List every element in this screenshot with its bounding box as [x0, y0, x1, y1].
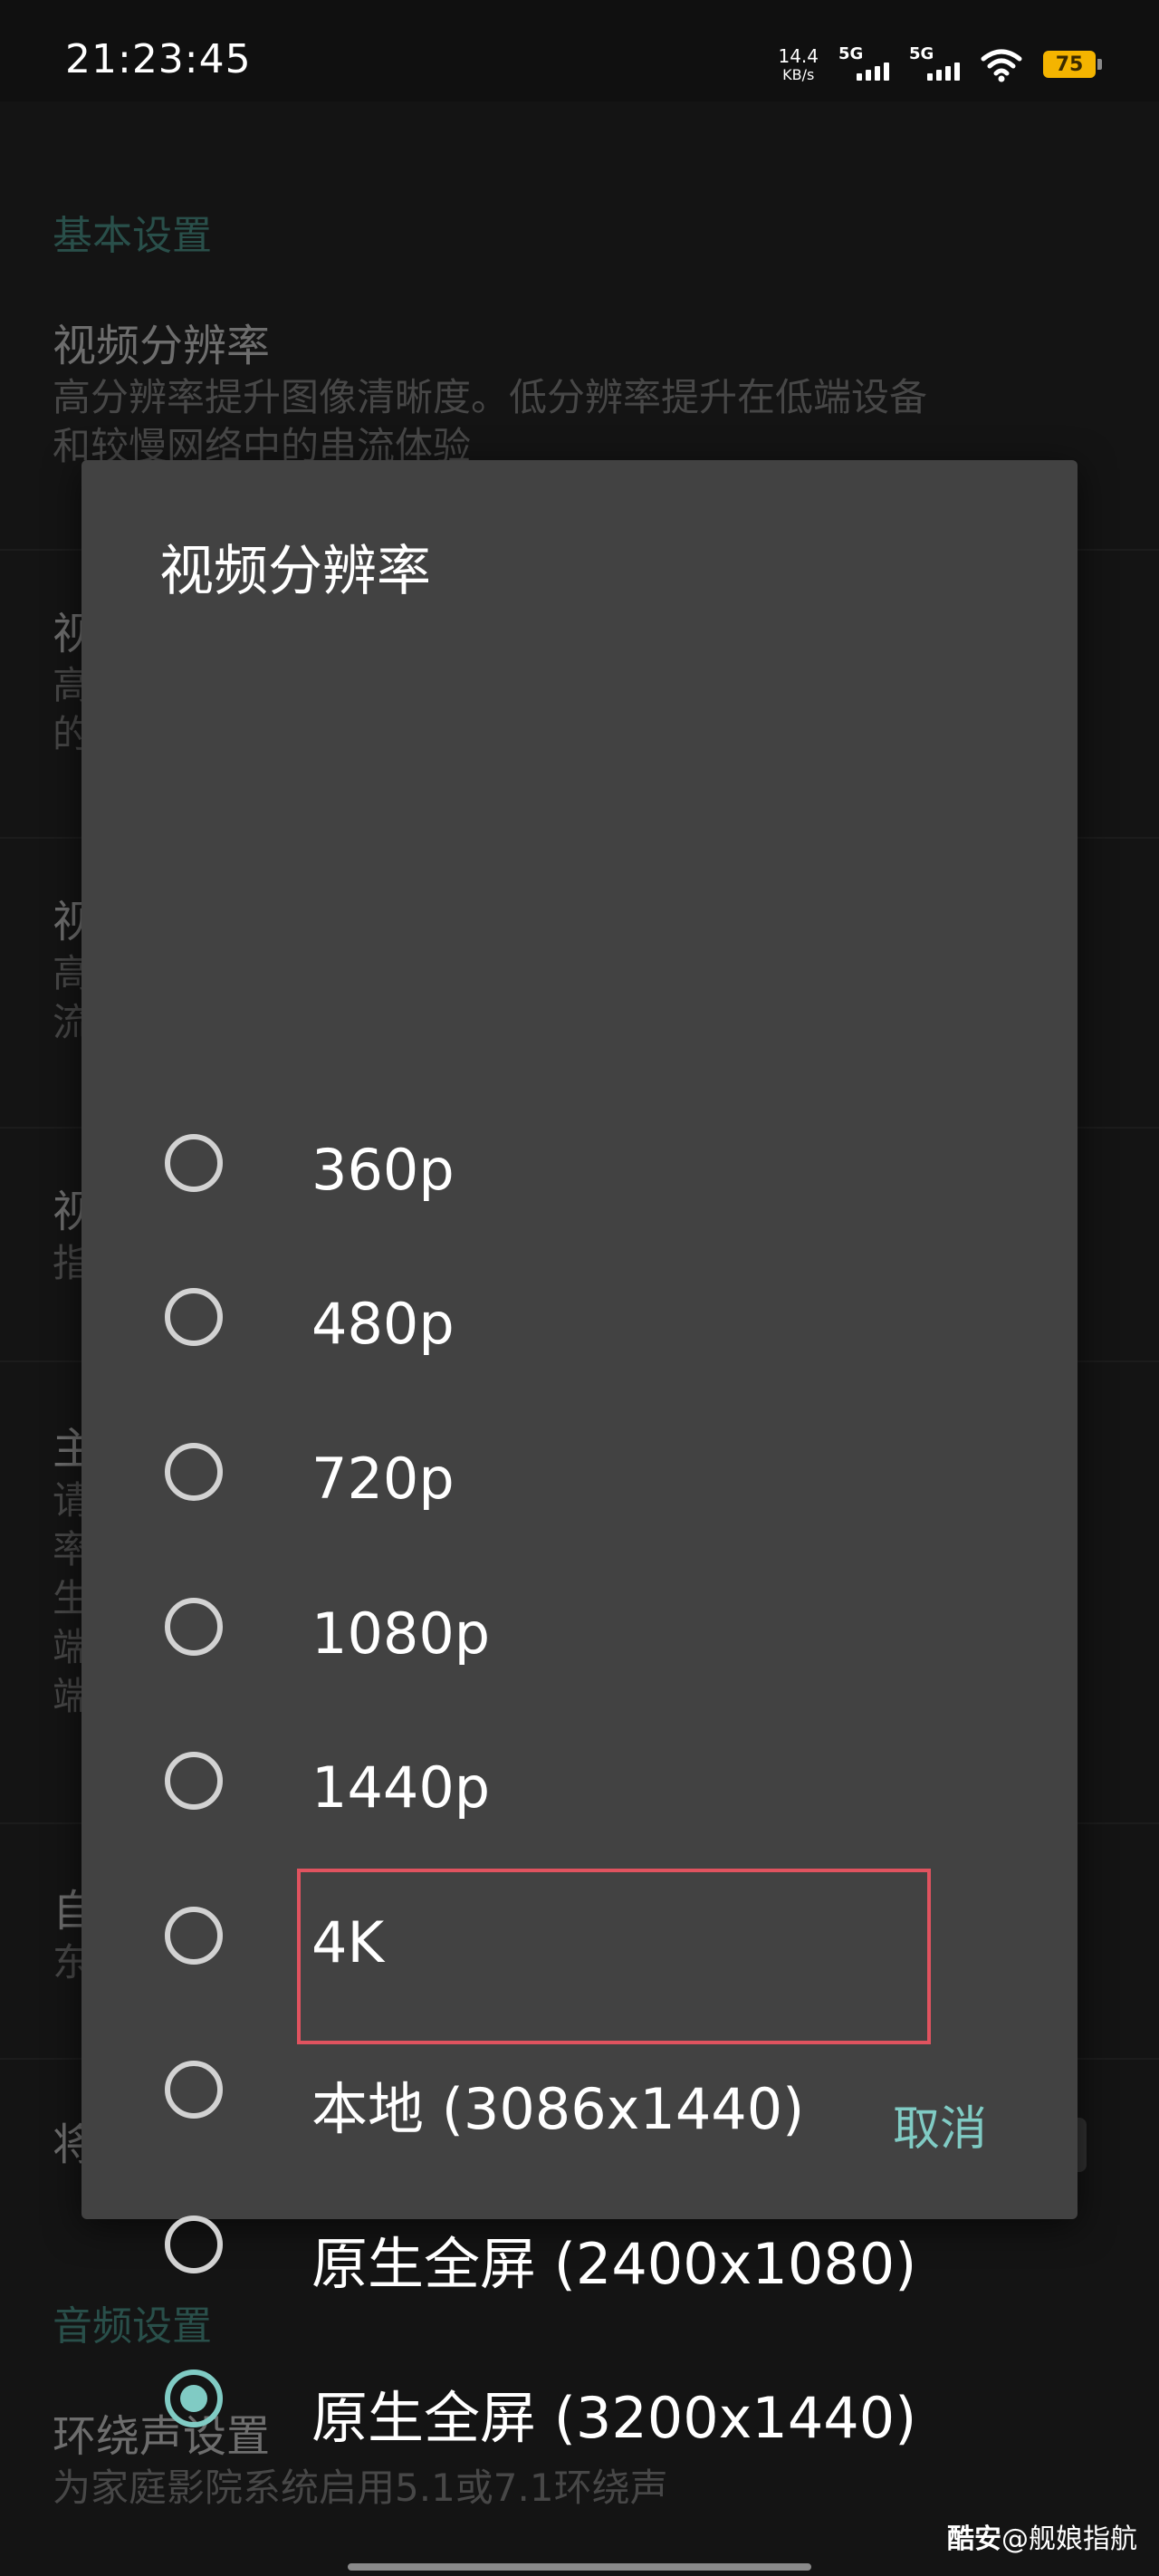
wifi-icon	[981, 49, 1022, 82]
network-speed: 14.4 KB/s	[778, 47, 819, 82]
radio-button[interactable]	[165, 1907, 223, 1965]
signal-bars	[927, 62, 960, 81]
screen: 21:23:45 14.4 KB/s 5G 5G 75 基本设置 视频分辨率 高…	[0, 0, 1159, 2576]
option-label: 本地 (3086x1440)	[311, 2076, 805, 2142]
network-speed-unit: KB/s	[782, 65, 815, 83]
option-label: 1080p	[311, 1600, 491, 1667]
radio-button[interactable]	[165, 1288, 223, 1346]
status-icons: 14.4 KB/s 5G 5G 75	[778, 42, 1102, 87]
cancel-button[interactable]: 取消	[893, 2091, 987, 2158]
dialog-title: 视频分辨率	[159, 540, 431, 603]
radio-button[interactable]	[165, 2216, 223, 2273]
radio-button-selected[interactable]	[165, 2369, 223, 2427]
resolution-option-720p[interactable]: 720p	[81, 1399, 1078, 1552]
option-label: 原生全屏 (3200x1440)	[311, 2385, 917, 2451]
resolution-option-fullscreen-2400[interactable]: 原生全屏 (2400x1080)	[81, 2171, 1078, 2325]
signal-bars	[857, 62, 889, 81]
home-indicator[interactable]	[348, 2563, 811, 2571]
option-label: 720p	[311, 1446, 455, 1512]
option-label: 1440p	[311, 1754, 491, 1821]
signal-label: 5G	[838, 44, 864, 63]
option-label: 480p	[311, 1291, 455, 1357]
signal-icon: 5G	[909, 44, 960, 84]
option-label: 原生全屏 (2400x1080)	[311, 2231, 917, 2297]
battery-icon: 75	[1043, 51, 1102, 78]
status-time: 21:23:45	[65, 36, 252, 82]
resolution-option-480p[interactable]: 480p	[81, 1244, 1078, 1398]
radio-button[interactable]	[165, 1598, 223, 1656]
resolution-option-1080p[interactable]: 1080p	[81, 1553, 1078, 1707]
watermark: 酷安@舰娘指航	[947, 2516, 1137, 2556]
resolution-option-fullscreen-3200[interactable]: 原生全屏 (3200x1440)	[81, 2325, 1078, 2479]
watermark-handle: @舰娘指航	[1001, 2523, 1137, 2555]
signal-label: 5G	[909, 44, 934, 63]
resolution-option-1440p[interactable]: 1440p	[81, 1707, 1078, 1861]
option-label: 360p	[311, 1137, 455, 1203]
signal-icon: 5G	[838, 44, 889, 84]
watermark-brand: 酷安	[947, 2523, 1001, 2555]
radio-button[interactable]	[165, 1752, 223, 1810]
annotation-highlight-box	[297, 1869, 931, 2044]
radio-button[interactable]	[165, 2061, 223, 2119]
radio-button[interactable]	[165, 1443, 223, 1501]
status-bar: 21:23:45 14.4 KB/s 5G 5G 75	[0, 0, 1159, 101]
resolution-option-360p[interactable]: 360p	[81, 1090, 1078, 1244]
radio-button[interactable]	[165, 1134, 223, 1192]
network-speed-value: 14.4	[778, 44, 819, 67]
